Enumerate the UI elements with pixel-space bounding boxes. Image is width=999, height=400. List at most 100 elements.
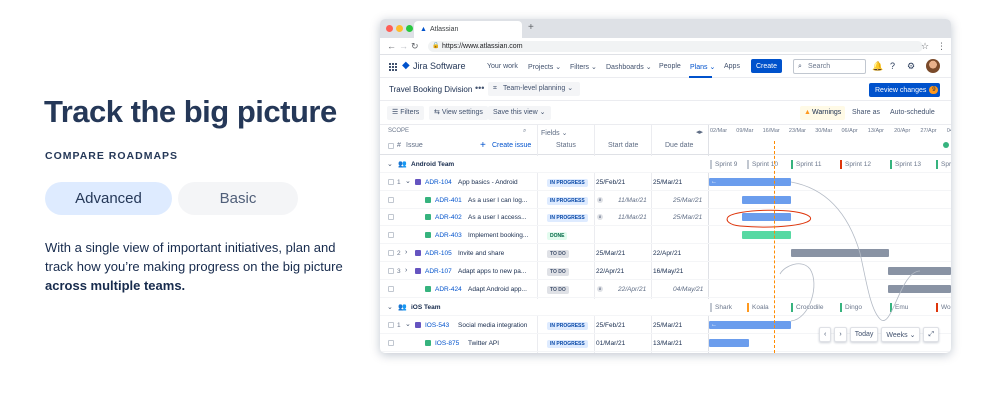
app-switcher-icon[interactable] bbox=[389, 63, 397, 71]
table-row[interactable]: 3 › ADR-107 Adapt apps to new pa... TO DO 22/… bbox=[380, 263, 951, 280]
table-row[interactable]: ADR-401 As a user I can log... IN PROGRESS… bbox=[380, 192, 951, 209]
issue-key[interactable]: ADR-107 bbox=[425, 268, 452, 275]
table-row[interactable]: ADR-403 Implement booking... DONE bbox=[380, 227, 951, 244]
filters-button[interactable]: ☰ Filters bbox=[387, 106, 425, 120]
row-checkbox[interactable] bbox=[388, 286, 394, 292]
due-date[interactable]: 16/May/21 bbox=[653, 268, 683, 275]
team-row[interactable]: ⌄ 👥 Android Team Sprint 9 Sprint 10 Sprint 11… bbox=[380, 156, 951, 173]
notifications-icon[interactable]: 🔔 bbox=[872, 61, 883, 71]
start-date[interactable]: 22/Apr/21 bbox=[596, 268, 624, 275]
nav-projects[interactable]: Projects ⌄ bbox=[528, 63, 561, 71]
settings-gear-icon[interactable]: ⚙ bbox=[907, 61, 915, 71]
due-date[interactable]: 25/Mar/21 bbox=[673, 197, 702, 204]
nav-your-work[interactable]: Your work bbox=[487, 63, 518, 70]
start-date[interactable]: 01/Mar/21 bbox=[596, 340, 625, 347]
sprint-label[interactable]: Wombat bbox=[936, 303, 951, 312]
table-row[interactable]: ADR-402 As a user I access... IN PROGRESS 8… bbox=[380, 209, 951, 226]
select-all-checkbox[interactable] bbox=[388, 143, 394, 149]
issue-title[interactable]: As a user I can log... bbox=[468, 197, 534, 204]
scenario-dropdown[interactable]: Team-level planning ⌄ bbox=[488, 82, 580, 96]
chevron-right-icon[interactable]: › bbox=[405, 249, 407, 257]
browser-menu-icon[interactable]: ⋮ bbox=[937, 41, 946, 52]
issue-title[interactable]: Adapt apps to new pa... bbox=[458, 268, 534, 275]
toggle-basic-button[interactable]: Basic bbox=[178, 182, 298, 215]
auto-schedule-button[interactable]: Auto-schedule bbox=[885, 106, 940, 120]
due-date[interactable]: 25/Mar/21 bbox=[653, 322, 682, 329]
issue-title[interactable]: Adapt Android app... bbox=[468, 286, 534, 293]
sprint-label[interactable]: Sprint 13 bbox=[890, 160, 921, 169]
row-checkbox[interactable] bbox=[388, 197, 394, 203]
timeline-bar[interactable]: ← bbox=[709, 321, 791, 329]
timeline-bar[interactable] bbox=[888, 267, 951, 275]
issue-key[interactable]: ADR-401 bbox=[435, 197, 462, 204]
row-checkbox[interactable] bbox=[388, 214, 394, 220]
help-icon[interactable]: ? bbox=[890, 61, 895, 71]
toggle-advanced-button[interactable]: Advanced bbox=[45, 182, 172, 215]
due-date[interactable]: 13/Mar/21 bbox=[653, 340, 682, 347]
nav-people[interactable]: People bbox=[659, 63, 681, 70]
start-date[interactable]: 22/Apr/21 bbox=[618, 286, 646, 293]
timeline-bar[interactable] bbox=[888, 285, 951, 293]
today-button[interactable]: Today bbox=[849, 327, 879, 342]
start-date[interactable]: 25/Feb/21 bbox=[596, 179, 625, 186]
timeline-bar[interactable] bbox=[709, 339, 749, 347]
due-date[interactable]: 22/Apr/21 bbox=[653, 250, 681, 257]
new-tab-icon[interactable]: + bbox=[528, 22, 534, 33]
nav-plans[interactable]: Plans ⌄ bbox=[690, 63, 715, 71]
chevron-down-icon[interactable]: ⌄ bbox=[405, 178, 411, 186]
issue-key[interactable]: ADR-104 bbox=[425, 179, 452, 186]
issue-title[interactable]: Implement booking... bbox=[468, 232, 534, 239]
start-date[interactable]: 25/Feb/21 bbox=[596, 322, 625, 329]
view-settings-button[interactable]: ⇆ View settings bbox=[429, 106, 488, 120]
jira-product-name[interactable]: Jira Software bbox=[413, 61, 466, 71]
issue-key[interactable]: ADR-105 bbox=[425, 250, 452, 257]
sprint-label[interactable]: Dingo bbox=[840, 303, 862, 312]
issue-key[interactable]: IOS-875 bbox=[435, 340, 459, 347]
forward-icon[interactable]: → bbox=[399, 41, 408, 51]
sprint-label[interactable]: Sprint 9 bbox=[710, 160, 737, 169]
fullscreen-icon[interactable]: ⤢ bbox=[923, 327, 940, 342]
review-changes-button[interactable]: Review changes 9 bbox=[869, 83, 940, 97]
start-date[interactable]: 11/Mar/21 bbox=[618, 197, 647, 204]
sprint-label[interactable]: Emu bbox=[890, 303, 908, 312]
back-icon[interactable]: ← bbox=[387, 41, 396, 51]
chevron-right-icon[interactable]: › bbox=[405, 267, 407, 275]
issue-key[interactable]: ADR-424 bbox=[435, 286, 462, 293]
due-date[interactable]: 04/May/21 bbox=[673, 286, 703, 293]
weeks-dropdown[interactable]: Weeks ⌄ bbox=[881, 327, 921, 342]
sprint-label[interactable]: Shark bbox=[710, 303, 732, 312]
row-checkbox[interactable] bbox=[388, 340, 394, 346]
nav-dashboards[interactable]: Dashboards ⌄ bbox=[606, 63, 652, 71]
timeline-bar[interactable]: ← bbox=[709, 178, 791, 186]
search-input[interactable]: Search bbox=[793, 59, 866, 74]
create-button[interactable]: Create bbox=[751, 59, 782, 73]
nav-apps[interactable]: Apps bbox=[724, 63, 740, 70]
prev-period-button[interactable]: ‹ bbox=[819, 327, 832, 342]
issue-key[interactable]: ADR-403 bbox=[435, 232, 462, 239]
team-row[interactable]: ⌄ 👥 iOS Team Shark Koala Crocodile Dingo Emu Wom… bbox=[380, 299, 951, 316]
issue-key[interactable]: IOS-543 bbox=[425, 322, 449, 329]
chevron-down-icon[interactable]: ⌄ bbox=[387, 161, 393, 169]
sprint-label[interactable]: Sprint 11 bbox=[791, 160, 822, 169]
due-date[interactable]: 25/Mar/21 bbox=[673, 214, 702, 221]
chevron-down-icon[interactable]: ⌄ bbox=[405, 321, 411, 329]
browser-tab[interactable]: ▲ Atlassian bbox=[414, 21, 522, 38]
due-date[interactable]: 25/Mar/21 bbox=[653, 179, 682, 186]
issue-title[interactable]: Invite and share bbox=[458, 250, 534, 257]
row-checkbox[interactable] bbox=[388, 322, 394, 328]
save-view-button[interactable]: Save this view ⌄ bbox=[488, 106, 551, 120]
timeline-bar[interactable] bbox=[742, 196, 791, 204]
start-date[interactable]: 11/Mar/21 bbox=[618, 214, 647, 221]
issue-key[interactable]: ADR-402 bbox=[435, 214, 462, 221]
release-marker-icon[interactable] bbox=[943, 142, 949, 148]
close-window-dot[interactable] bbox=[386, 25, 393, 32]
reload-icon[interactable]: ↻ bbox=[411, 41, 419, 52]
timeline-bar[interactable] bbox=[742, 213, 791, 221]
row-checkbox[interactable] bbox=[388, 268, 394, 274]
url-field[interactable]: https://www.atlassian.com bbox=[428, 41, 923, 52]
nav-filters[interactable]: Filters ⌄ bbox=[570, 63, 597, 71]
row-checkbox[interactable] bbox=[388, 250, 394, 256]
next-period-button[interactable]: › bbox=[834, 327, 847, 342]
sprint-label[interactable]: Koala bbox=[747, 303, 769, 312]
timeline-bar[interactable] bbox=[791, 249, 889, 257]
